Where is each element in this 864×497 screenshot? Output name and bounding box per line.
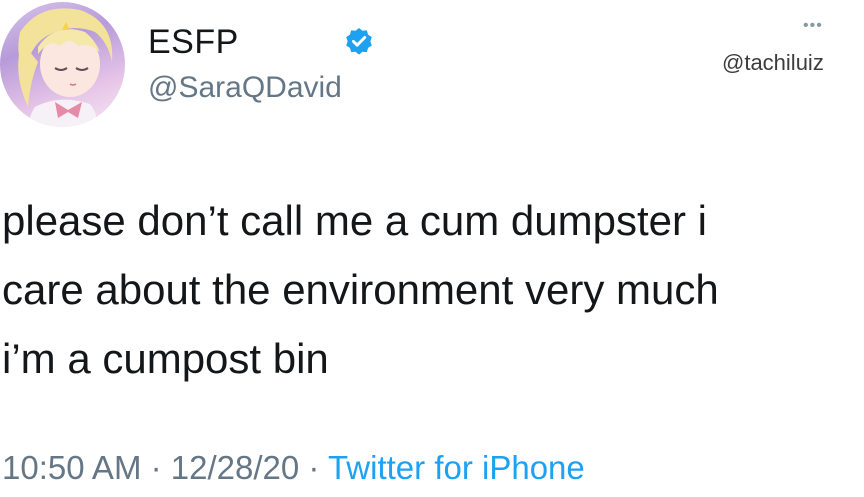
- avatar[interactable]: [0, 2, 125, 127]
- tweet-line: i’m a cumpost bin: [2, 335, 329, 382]
- verified-badge-icon: [346, 28, 372, 55]
- meta-separator: ·: [141, 449, 171, 486]
- more-dots-icon[interactable]: •••: [803, 18, 823, 34]
- tweet-time[interactable]: 10:50 AM: [2, 449, 141, 486]
- author-name-row: ESFP: [148, 22, 375, 62]
- tweet-meta: 10:50 AM · 12/28/20 · Twitter for iPhone: [2, 448, 585, 488]
- tweet-source-link[interactable]: Twitter for iPhone: [328, 449, 585, 486]
- tweet-line: please don’t call me a cum dumpster i: [2, 197, 707, 244]
- anime-avatar-image: [18, 8, 113, 127]
- author-display-name[interactable]: ESFP: [148, 22, 239, 62]
- watermark-handle: @tachiluiz: [722, 50, 824, 75]
- tweet-card: ESFP @SaraQDavid ••• @tachiluiz please d…: [0, 0, 864, 497]
- tweet-body: please don’t call me a cum dumpster i ca…: [2, 186, 862, 393]
- author-handle[interactable]: @SaraQDavid: [148, 70, 342, 106]
- tweet-line: care about the environment very much: [2, 266, 719, 313]
- tweet-date[interactable]: 12/28/20: [171, 449, 299, 486]
- meta-separator: ·: [299, 449, 328, 486]
